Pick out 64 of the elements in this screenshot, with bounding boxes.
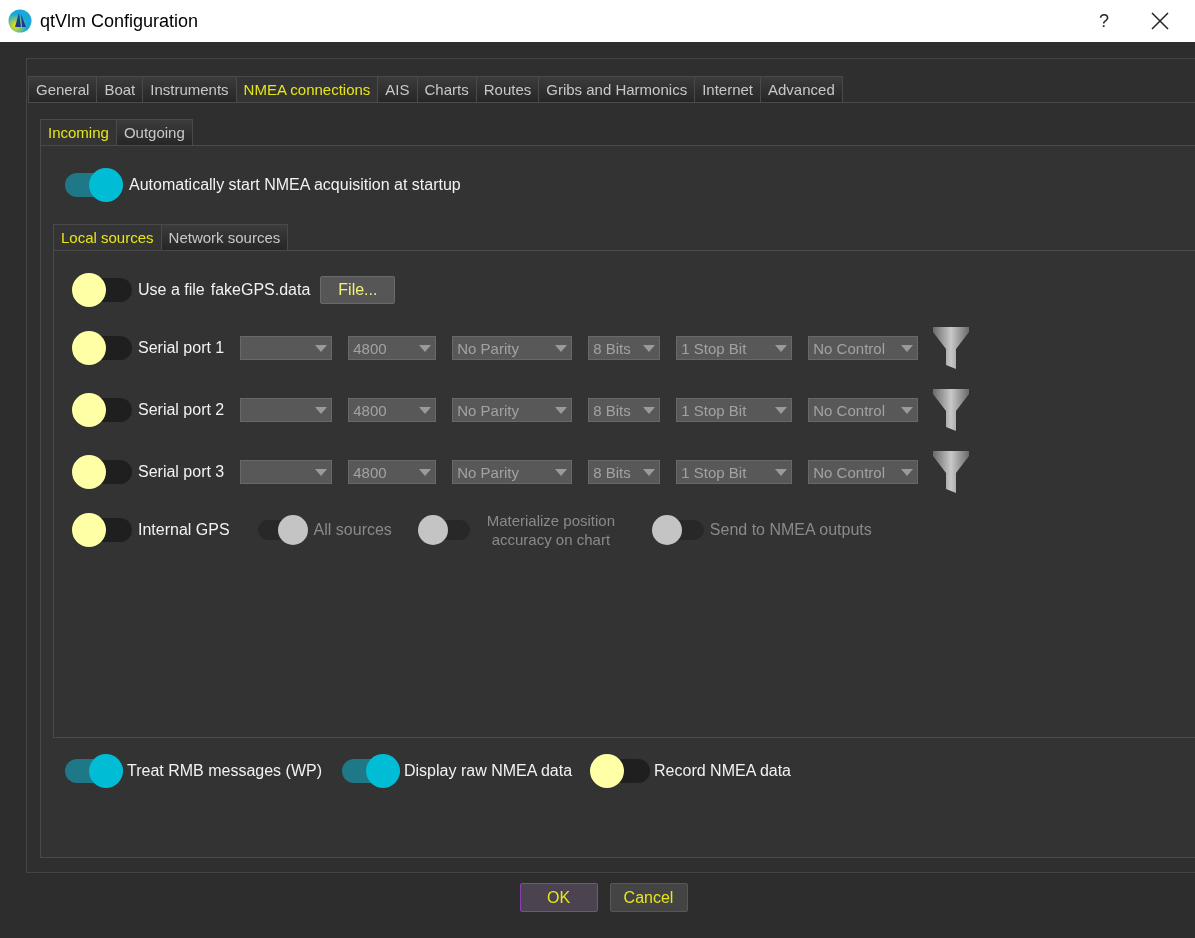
tab[interactable]: Routes bbox=[475, 76, 540, 102]
tab[interactable]: Instruments bbox=[142, 76, 237, 102]
caret-icon bbox=[555, 344, 568, 352]
caret-icon bbox=[775, 344, 788, 352]
toggle-switch[interactable] bbox=[72, 329, 132, 367]
tab[interactable]: Network sources bbox=[160, 224, 289, 250]
close-icon[interactable] bbox=[1149, 10, 1171, 32]
app-logo-icon bbox=[8, 9, 32, 33]
source-label: Serial port 2 bbox=[138, 401, 225, 419]
caret-icon bbox=[419, 344, 432, 352]
tab[interactable]: Charts bbox=[416, 76, 477, 102]
caret-icon bbox=[555, 468, 568, 476]
caret-icon bbox=[419, 406, 432, 414]
caret-icon bbox=[643, 468, 656, 476]
tab[interactable]: AIS bbox=[377, 76, 418, 102]
tab[interactable]: Incoming bbox=[40, 119, 117, 145]
option-label: Materialize position accuracy on chart bbox=[485, 511, 617, 549]
toggle-label: Treat RMB messages (WP) bbox=[127, 762, 322, 780]
help-button[interactable]: ? bbox=[1075, 6, 1133, 36]
source-label: Serial port 3 bbox=[138, 463, 225, 481]
tab[interactable]: NMEA connections bbox=[235, 76, 379, 102]
caret-icon bbox=[315, 406, 328, 414]
caret-icon bbox=[901, 344, 914, 352]
filter-icon bbox=[932, 449, 971, 495]
filter-icon bbox=[932, 325, 971, 371]
caret-icon bbox=[419, 468, 432, 476]
toggle-switch[interactable] bbox=[72, 391, 132, 429]
toggle-switch[interactable] bbox=[63, 166, 123, 204]
caret-icon bbox=[901, 406, 914, 414]
source-label: Internal GPS bbox=[138, 521, 230, 539]
source-label: Serial port 1 bbox=[138, 339, 225, 357]
tab[interactable]: Gribs and Harmonics bbox=[538, 76, 696, 102]
caret-icon bbox=[315, 344, 328, 352]
source-label: Use a file bbox=[138, 281, 205, 299]
dialog-button[interactable]: Cancel bbox=[609, 883, 688, 912]
caret-icon bbox=[643, 344, 656, 352]
toggle-switch[interactable] bbox=[72, 271, 132, 309]
toggle-label: Record NMEA data bbox=[654, 762, 791, 780]
caret-icon bbox=[901, 468, 914, 476]
toggle-switch[interactable] bbox=[63, 752, 123, 790]
toggle-switch[interactable] bbox=[72, 511, 132, 549]
caret-icon bbox=[775, 468, 788, 476]
caret-icon bbox=[555, 406, 568, 414]
tab[interactable]: General bbox=[28, 76, 98, 102]
toggle-label: Automatically start NMEA acquisition at startup bbox=[129, 176, 461, 194]
toggle-switch[interactable] bbox=[72, 453, 132, 491]
tab[interactable]: Advanced bbox=[760, 76, 843, 102]
window-title: qtVlm Configuration bbox=[40, 10, 200, 32]
tab[interactable]: Internet bbox=[694, 76, 761, 102]
toggle-label: Display raw NMEA data bbox=[404, 762, 573, 780]
dialog-button[interactable]: OK bbox=[519, 883, 598, 912]
option-label: Send to NMEA outputs bbox=[709, 521, 872, 539]
tab[interactable]: Boat bbox=[96, 76, 144, 102]
file-button[interactable]: File... bbox=[320, 276, 396, 304]
file-name: fakeGPS.data bbox=[210, 281, 311, 299]
filter-icon bbox=[932, 387, 971, 433]
tab[interactable]: Local sources bbox=[53, 224, 162, 250]
caret-icon bbox=[775, 406, 788, 414]
option-label: All sources bbox=[313, 521, 392, 539]
tab[interactable]: Outgoing bbox=[115, 119, 193, 145]
caret-icon bbox=[643, 406, 656, 414]
toggle-switch[interactable] bbox=[340, 752, 400, 790]
toggle-switch[interactable] bbox=[590, 752, 651, 790]
caret-icon bbox=[315, 468, 328, 476]
